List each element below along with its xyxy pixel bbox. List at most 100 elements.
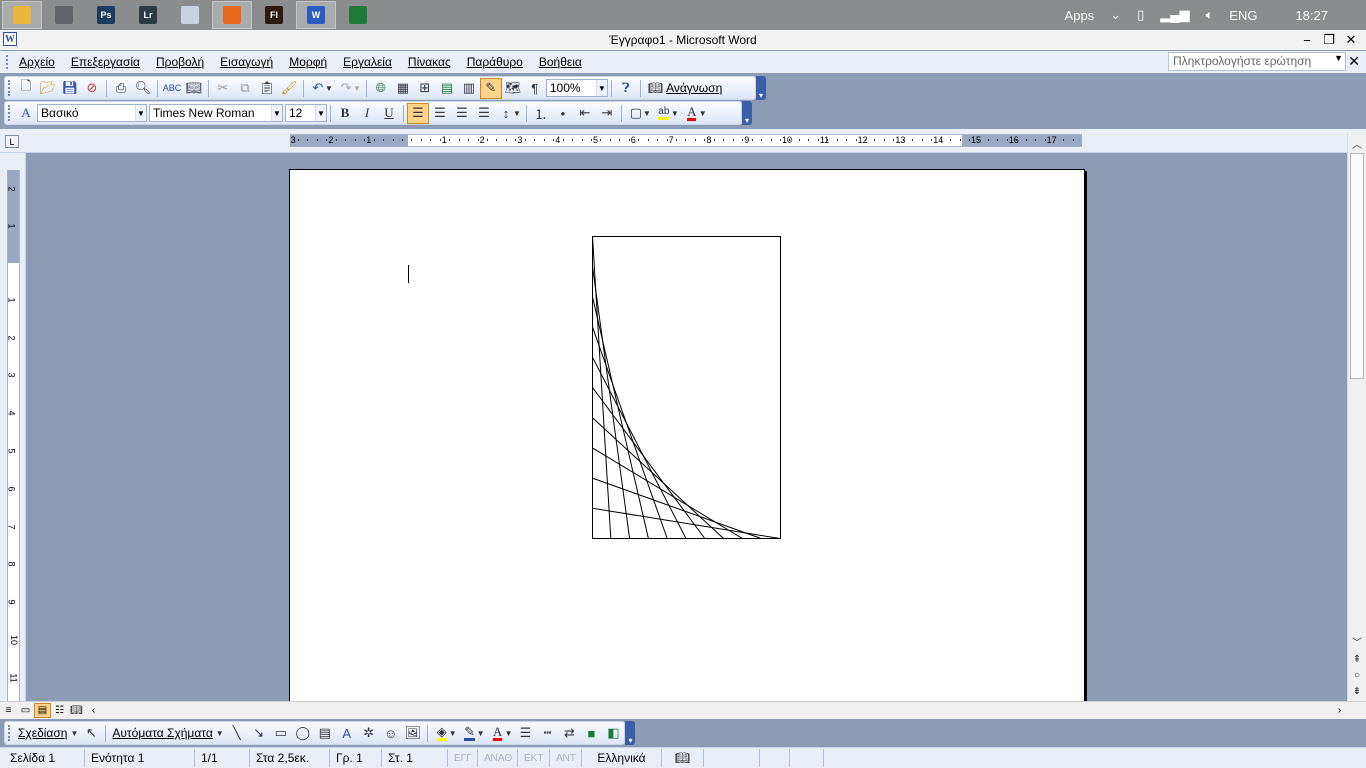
drawing-icon[interactable]: ✎ <box>479 77 502 99</box>
toolbar-options-icon[interactable]: ▾ <box>625 721 636 745</box>
research-icon[interactable]: 📖︎ <box>183 78 205 99</box>
clock[interactable]: 18:27 <box>1295 8 1328 23</box>
tab-selector[interactable]: L <box>5 135 19 148</box>
numbering-icon[interactable]: ⒈ <box>530 103 552 124</box>
spelling-status-icon[interactable]: 📖︎ <box>662 749 704 767</box>
restore-button[interactable]: ❐ <box>1318 30 1340 50</box>
menu-item-7[interactable]: Παράθυρο <box>459 55 531 69</box>
zoom-select[interactable]: 100% ▼ <box>545 79 608 97</box>
toolbar-options-icon[interactable]: ▾ <box>756 76 766 100</box>
chevron-down-icon[interactable]: ▼ <box>449 729 457 738</box>
minimize-button[interactable]: − <box>1296 30 1318 50</box>
align-right-icon[interactable]: ☰ <box>451 103 473 124</box>
menu-item-3[interactable]: Εισαγωγή <box>212 55 281 69</box>
tables-borders-icon[interactable]: ▦ <box>392 78 414 99</box>
select-objects-icon[interactable]: ↖ <box>80 723 102 744</box>
chevron-down-icon[interactable]: ▼ <box>671 109 679 118</box>
rectangle-tool-icon[interactable]: ▭ <box>270 723 292 744</box>
print-icon[interactable]: ⎙ <box>110 78 132 99</box>
chevron-down-icon[interactable]: ▼ <box>315 105 326 121</box>
taskbar-system-app[interactable] <box>44 1 84 29</box>
align-center-icon[interactable]: ☰ <box>429 103 451 124</box>
help-icon[interactable]: ❓︎ <box>615 78 637 99</box>
word-app-icon[interactable]: W <box>3 32 17 46</box>
menu-item-2[interactable]: Προβολή <box>148 55 212 69</box>
taskbar-calculator[interactable] <box>170 1 210 29</box>
menu-item-8[interactable]: Βοήθεια <box>531 55 590 69</box>
menu-item-6[interactable]: Πίνακας <box>400 55 459 69</box>
close-document-button[interactable]: ✕ <box>1348 53 1360 70</box>
language-indicator[interactable]: ENG <box>1229 8 1257 23</box>
font-size-select[interactable]: 12 ▼ <box>285 104 327 122</box>
status-language[interactable]: Ελληνικά <box>582 749 662 767</box>
diagram-icon[interactable]: ✲ <box>358 723 380 744</box>
previous-page-icon[interactable]: ⇞ <box>1348 651 1366 668</box>
print-layout-icon[interactable]: ▤ <box>34 703 51 718</box>
document-area[interactable] <box>27 153 1347 701</box>
vertical-ruler-strip[interactable]: 2 1 1 2 3 4 5 6 7 8 9 10 11 <box>7 170 20 701</box>
show-hide-icon[interactable]: ¶ <box>524 78 546 99</box>
picture-icon[interactable]: 🖼︎ <box>402 723 424 744</box>
browse-object-icon[interactable]: ○ <box>1348 667 1366 684</box>
menu-item-0[interactable]: Αρχείο <box>11 55 63 69</box>
ask-question-input[interactable]: Πληκτρολογήστε ερώτηση ▼ <box>1168 52 1346 71</box>
taskbar-flash[interactable]: Fl <box>254 1 294 29</box>
chevron-down-icon[interactable]: ▼ <box>325 84 333 93</box>
columns-icon[interactable]: ▥ <box>458 78 480 99</box>
draw-menu-button[interactable]: Σχεδίαση <box>15 726 70 740</box>
chevron-down-icon[interactable]: ▼ <box>477 729 485 738</box>
chevron-down-icon[interactable]: ▼ <box>699 109 707 118</box>
chevron-down-icon[interactable]: ▼ <box>595 80 607 96</box>
taskbar-file-explorer[interactable] <box>2 1 42 29</box>
taskbar-word[interactable]: W <box>296 1 336 29</box>
toolbar-options-icon[interactable]: ▾ <box>742 101 752 125</box>
bullets-icon[interactable]: • <box>552 103 574 124</box>
save-icon[interactable]: 💾︎ <box>59 78 81 99</box>
format-painter-icon[interactable]: 🖌︎ <box>278 78 300 99</box>
next-page-icon[interactable]: ⇟ <box>1348 683 1366 700</box>
autoshapes-menu-button[interactable]: Αυτόματα Σχήματα <box>109 726 215 740</box>
close-button[interactable]: ✕ <box>1340 30 1362 50</box>
chevron-down-icon[interactable]: ▼ <box>1334 53 1343 63</box>
arrow-tool-icon[interactable]: ↘ <box>248 723 270 744</box>
scroll-left-icon[interactable]: ‹ <box>85 703 102 718</box>
insert-table-icon[interactable]: ⊞ <box>414 78 436 99</box>
text-box-icon[interactable]: ▤ <box>314 723 336 744</box>
chevron-down-icon[interactable]: ▼ <box>135 105 146 121</box>
shadow-style-icon[interactable]: ■ <box>580 723 602 744</box>
styles-icon[interactable]: A <box>15 103 37 124</box>
spelling-icon[interactable]: ABC <box>161 78 183 99</box>
line-drawing[interactable] <box>592 236 782 540</box>
hyperlink-icon[interactable]: 🌐︎ <box>370 78 392 99</box>
permission-icon[interactable]: ⊘ <box>81 78 103 99</box>
toolbar-grip[interactable] <box>8 80 11 96</box>
italic-button[interactable]: I <box>356 103 378 124</box>
wordart-icon[interactable]: A <box>336 723 358 744</box>
scroll-down-icon[interactable]: ﹀ <box>1348 633 1366 650</box>
chevron-down-icon[interactable]: ▼ <box>513 109 521 118</box>
status-extend[interactable]: ΕΚΤ <box>518 749 550 767</box>
underline-button[interactable]: U <box>378 103 400 124</box>
reading-view-icon[interactable]: 📖︎ <box>68 703 85 718</box>
menu-item-4[interactable]: Μορφή <box>281 55 335 69</box>
chevron-down-icon[interactable]: ▼ <box>643 109 651 118</box>
signal-icon[interactable]: ▂▄▆ <box>1160 7 1189 23</box>
web-view-icon[interactable]: ▭ <box>17 703 34 718</box>
status-overtype[interactable]: ΑΝΤ <box>550 749 582 767</box>
scroll-right-icon[interactable]: › <box>1331 703 1348 718</box>
ruler-strip[interactable]: 3 2 1 1 2 3 4 5 6 7 8 9 10 11 12 13 14 15 16 17 <box>290 134 1082 147</box>
decrease-indent-icon[interactable]: ⇤ <box>574 103 596 124</box>
chevron-down-icon[interactable]: ⌄ <box>1110 7 1121 23</box>
apps-label[interactable]: Apps <box>1065 8 1095 23</box>
taskbar-photoshop[interactable]: Ps <box>86 1 126 29</box>
dash-style-icon[interactable]: ┅ <box>536 723 558 744</box>
chevron-down-icon[interactable]: ▼ <box>505 729 513 738</box>
taskbar-excel[interactable] <box>338 1 378 29</box>
new-document-icon[interactable]: 🗋 <box>15 78 37 99</box>
align-left-icon[interactable]: ☰ <box>407 102 429 124</box>
menu-item-5[interactable]: Εργαλεία <box>335 55 400 69</box>
read-button[interactable]: 📖︎ Ανάγνωση <box>644 81 726 95</box>
chevron-down-icon[interactable]: ▼ <box>216 729 224 738</box>
paste-icon[interactable]: 📋︎ <box>256 78 278 99</box>
chevron-down-icon[interactable]: ▼ <box>271 105 282 121</box>
